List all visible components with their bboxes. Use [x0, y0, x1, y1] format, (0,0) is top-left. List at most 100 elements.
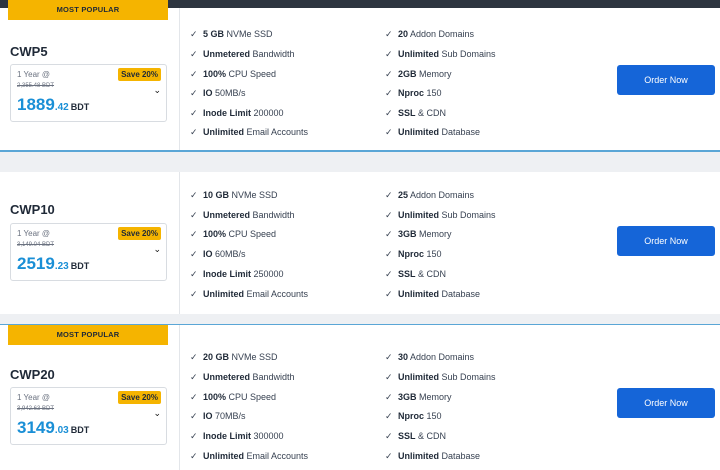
- plan-summary: MOST POPULAR CWP20 1 Year @ Save 20% 3,9…: [0, 325, 180, 470]
- feature-item: ✓ Nproc 150: [385, 411, 442, 421]
- check-icon: ✓: [190, 372, 198, 382]
- feature-item: ✓ 30 Addon Domains: [385, 352, 475, 362]
- check-icon: ✓: [385, 210, 393, 220]
- order-now-button[interactable]: Order Now: [617, 388, 715, 418]
- billing-cycle-select[interactable]: 1 Year @ Save 20% 2,355.48 BDT ⌄ 1889.42…: [10, 64, 167, 122]
- feature-item: ✓ 5 GB NVMe SSD: [190, 29, 273, 39]
- check-icon: ✓: [385, 49, 393, 59]
- price-currency: BDT: [70, 261, 90, 271]
- check-icon: ✓: [190, 352, 198, 362]
- check-icon: ✓: [190, 289, 198, 299]
- feature-item: ✓ 100% CPU Speed: [190, 69, 277, 79]
- feature-item: ✓ Unlimited Database: [385, 289, 481, 299]
- feature-item: ✓ Unlimited Database: [385, 127, 481, 137]
- feature-item: ✓ SSL & CDN: [385, 269, 447, 279]
- billing-cycle-label: 1 Year @: [17, 229, 51, 238]
- price-currency: BDT: [70, 425, 90, 435]
- check-icon: ✓: [190, 29, 198, 39]
- save-badge: Save 20%: [118, 391, 161, 404]
- check-icon: ✓: [385, 127, 393, 137]
- check-icon: ✓: [385, 88, 393, 98]
- plan-name: CWP10: [10, 202, 55, 217]
- check-icon: ✓: [190, 431, 198, 441]
- save-badge: Save 20%: [118, 227, 161, 240]
- check-icon: ✓: [190, 249, 198, 259]
- old-price: 3,942.63 BDT: [17, 406, 55, 412]
- old-price: 3,149.04 BDT: [17, 242, 55, 248]
- feature-item: ✓ 100% CPU Speed: [190, 392, 277, 402]
- feature-item: ✓ SSL & CDN: [385, 431, 447, 441]
- check-icon: ✓: [385, 431, 393, 441]
- price: 2519.23 BDT: [17, 254, 89, 274]
- most-popular-badge: MOST POPULAR: [8, 0, 168, 20]
- check-icon: ✓: [190, 88, 198, 98]
- most-popular-badge: MOST POPULAR: [8, 325, 168, 345]
- feature-item: ✓ IO 60MB/s: [190, 249, 246, 259]
- feature-item: ✓ Unlimited Sub Domains: [385, 49, 496, 59]
- check-icon: ✓: [385, 108, 393, 118]
- billing-cycle-label: 1 Year @: [17, 393, 51, 402]
- chevron-down-icon: ⌄: [153, 244, 161, 254]
- feature-item: ✓ Unlimited Database: [385, 451, 481, 461]
- feature-item: ✓ Unmetered Bandwidth: [190, 210, 295, 220]
- save-badge: Save 20%: [118, 68, 161, 81]
- feature-item: ✓ Unlimited Sub Domains: [385, 372, 496, 382]
- check-icon: ✓: [385, 190, 393, 200]
- chevron-down-icon: ⌄: [153, 85, 161, 95]
- check-icon: ✓: [385, 372, 393, 382]
- feature-item: ✓ Inode Limit 250000: [190, 269, 284, 279]
- plan-card-cwp5: MOST POPULAR CWP5 1 Year @ Save 20% 2,35…: [0, 0, 720, 152]
- old-price: 2,355.48 BDT: [17, 83, 55, 89]
- check-icon: ✓: [190, 269, 198, 279]
- plan-name: CWP5: [10, 44, 48, 59]
- check-icon: ✓: [385, 69, 393, 79]
- check-icon: ✓: [385, 289, 393, 299]
- check-icon: ✓: [385, 392, 393, 402]
- price-integer: 1889: [17, 95, 55, 114]
- chevron-down-icon: ⌄: [153, 408, 161, 418]
- feature-item: ✓ 20 GB NVMe SSD: [190, 352, 278, 362]
- billing-cycle-select[interactable]: 1 Year @ Save 20% 3,942.63 BDT ⌄ 3149.03…: [10, 387, 167, 445]
- feature-item: ✓ 10 GB NVMe SSD: [190, 190, 278, 200]
- check-icon: ✓: [385, 229, 393, 239]
- billing-cycle-label: 1 Year @: [17, 70, 51, 79]
- feature-item: ✓ Inode Limit 300000: [190, 431, 284, 441]
- plan-name: CWP20: [10, 367, 55, 382]
- feature-item: ✓ Unlimited Sub Domains: [385, 210, 496, 220]
- feature-item: ✓ Unlimited Email Accounts: [190, 289, 309, 299]
- feature-item: ✓ Nproc 150: [385, 88, 442, 98]
- check-icon: ✓: [190, 69, 198, 79]
- price-decimal: .42: [54, 102, 69, 113]
- check-icon: ✓: [190, 49, 198, 59]
- feature-item: ✓ Nproc 150: [385, 249, 442, 259]
- billing-cycle-select[interactable]: 1 Year @ Save 20% 3,149.04 BDT ⌄ 2519.23…: [10, 223, 167, 281]
- check-icon: ✓: [385, 269, 393, 279]
- feature-item: ✓ 25 Addon Domains: [385, 190, 475, 200]
- price-integer: 2519: [17, 254, 55, 273]
- feature-item: ✓ Unmetered Bandwidth: [190, 372, 295, 382]
- check-icon: ✓: [385, 411, 393, 421]
- check-icon: ✓: [190, 411, 198, 421]
- check-icon: ✓: [190, 392, 198, 402]
- feature-item: ✓ 2GB Memory: [385, 69, 452, 79]
- feature-item: ✓ IO 50MB/s: [190, 88, 246, 98]
- feature-item: ✓ Unmetered Bandwidth: [190, 49, 295, 59]
- check-icon: ✓: [190, 190, 198, 200]
- price: 3149.03 BDT: [17, 418, 89, 438]
- order-now-button[interactable]: Order Now: [617, 65, 715, 95]
- feature-item: ✓ SSL & CDN: [385, 108, 447, 118]
- check-icon: ✓: [190, 210, 198, 220]
- check-icon: ✓: [385, 451, 393, 461]
- check-icon: ✓: [190, 108, 198, 118]
- feature-item: ✓ Unlimited Email Accounts: [190, 451, 309, 461]
- check-icon: ✓: [385, 249, 393, 259]
- check-icon: ✓: [385, 29, 393, 39]
- check-icon: ✓: [385, 352, 393, 362]
- price-currency: BDT: [70, 102, 90, 112]
- price-decimal: .03: [54, 425, 69, 436]
- price-decimal: .23: [54, 261, 69, 272]
- feature-item: ✓ 100% CPU Speed: [190, 229, 277, 239]
- order-now-button[interactable]: Order Now: [617, 226, 715, 256]
- feature-item: ✓ Inode Limit 200000: [190, 108, 284, 118]
- check-icon: ✓: [190, 127, 198, 137]
